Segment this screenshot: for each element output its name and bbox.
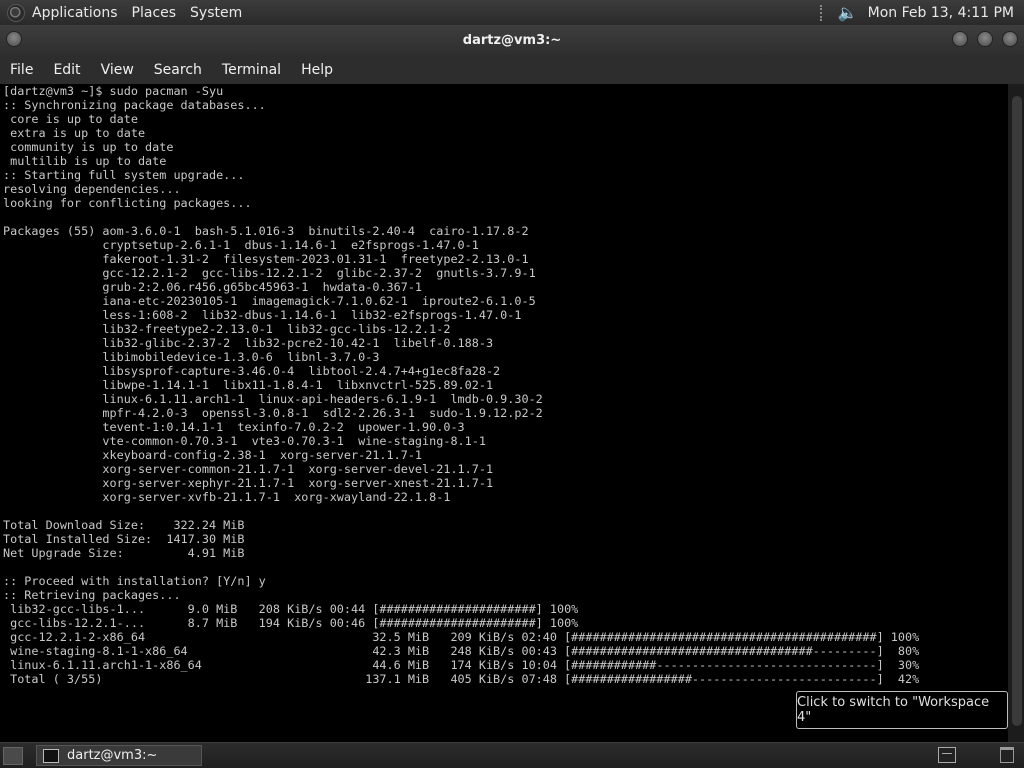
system-tray: 🔈 Mon Feb 13, 4:11 PM [819, 3, 1014, 22]
window-menu-icon[interactable] [6, 31, 22, 47]
workspace-tooltip: Click to switch to "Workspace 4" [796, 691, 1008, 729]
distro-logo-icon[interactable] [7, 3, 25, 22]
menu-help[interactable]: Help [301, 62, 333, 78]
system-menu[interactable]: System [190, 5, 242, 21]
clock[interactable]: Mon Feb 13, 4:11 PM [868, 5, 1014, 21]
top-panel: Applications Places System 🔈 Mon Feb 13,… [0, 0, 1024, 25]
panel-menu: Applications Places System [32, 5, 256, 21]
workspace-switcher-icon[interactable] [938, 747, 956, 763]
window-title: dartz@vm3:~ [462, 32, 562, 48]
applications-menu[interactable]: Applications [32, 5, 118, 21]
close-button[interactable] [1002, 31, 1018, 47]
menu-view[interactable]: View [101, 62, 134, 78]
window-titlebar[interactable]: dartz@vm3:~ [0, 25, 1024, 55]
panel-separator [819, 4, 826, 21]
menu-terminal[interactable]: Terminal [222, 62, 281, 78]
menu-search[interactable]: Search [154, 62, 202, 78]
terminal-icon [43, 748, 59, 763]
show-desktop-icon[interactable] [3, 747, 23, 765]
maximize-button[interactable] [977, 31, 993, 47]
scrollbar-thumb[interactable] [1012, 96, 1022, 726]
terminal-menubar: File Edit View Search Terminal Help [0, 55, 1024, 84]
menu-file[interactable]: File [10, 62, 33, 78]
places-menu[interactable]: Places [132, 5, 177, 21]
menu-edit[interactable]: Edit [53, 62, 80, 78]
bottom-panel: dartz@vm3:~ [0, 742, 1024, 768]
volume-icon[interactable]: 🔈 [838, 3, 858, 22]
trash-icon[interactable] [1000, 747, 1014, 763]
taskbar-terminal-button[interactable]: dartz@vm3:~ [36, 745, 202, 766]
taskbar-label: dartz@vm3:~ [67, 748, 158, 763]
minimize-button[interactable] [952, 31, 968, 47]
terminal-output[interactable]: [dartz@vm3 ~]$ sudo pacman -Syu :: Synch… [0, 84, 1008, 742]
terminal-text: [dartz@vm3 ~]$ sudo pacman -Syu :: Synch… [3, 84, 920, 686]
